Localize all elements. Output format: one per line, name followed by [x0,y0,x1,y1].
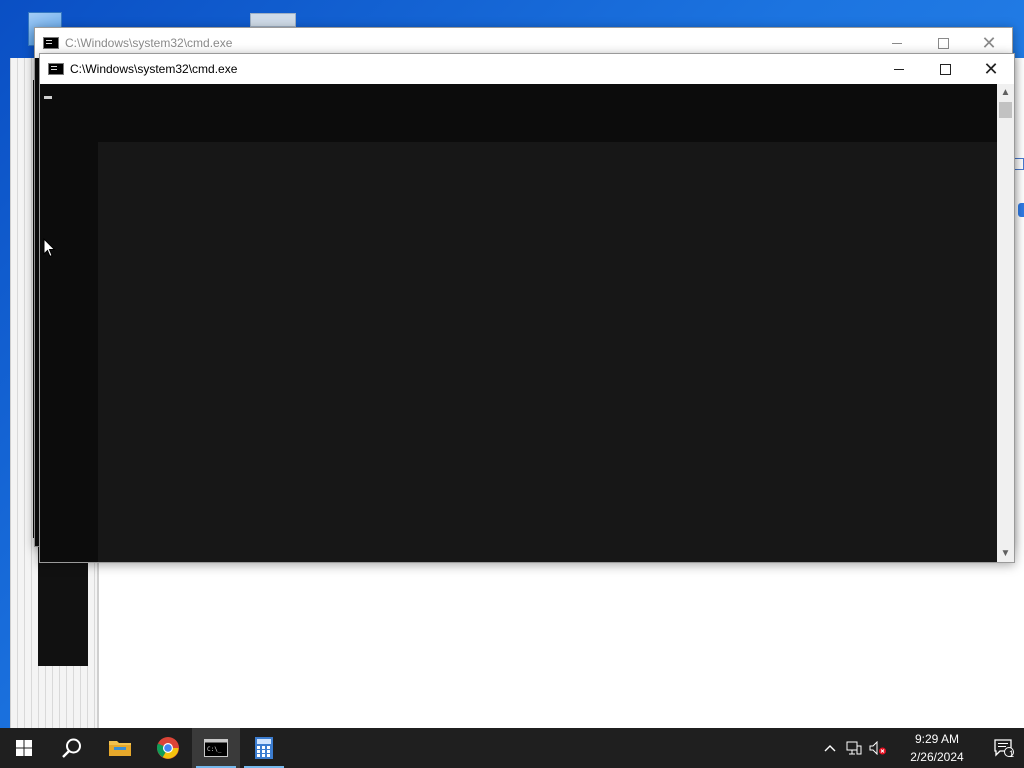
window-title: C:\Windows\system32\cmd.exe [65,36,233,50]
search-button[interactable] [48,728,96,768]
scroll-up-arrow-icon[interactable]: ▲ [997,84,1014,101]
minimize-button[interactable] [876,54,922,84]
close-button[interactable]: ✕ [968,54,1014,84]
taskbar-chrome[interactable] [144,728,192,768]
folder-icon [109,741,131,756]
search-icon [62,738,81,758]
taskbar-cmd[interactable]: C:\_ [192,728,240,768]
cmd-app-icon [48,63,64,75]
text-cursor [44,96,52,99]
calculator-icon [255,737,273,759]
window-title: C:\Windows\system32\cmd.exe [70,62,238,76]
start-button[interactable] [0,728,48,768]
clock-date: 2/26/2024 [910,750,964,764]
cmd-app-icon [43,37,59,49]
desktop-icon[interactable] [250,13,296,27]
show-hidden-icons-chevron-up-icon[interactable] [818,728,842,768]
volume-muted-icon[interactable] [866,728,890,768]
terminal-icon: C:\_ [204,739,228,757]
background-window-scroll-marker [1018,203,1024,217]
chrome-icon [156,737,179,759]
taskbar-calculator[interactable] [240,728,288,768]
scroll-down-arrow-icon[interactable]: ▼ [997,545,1014,562]
vertical-scrollbar[interactable]: ▲ ▼ [997,84,1014,562]
taskbar-clock[interactable]: 9:29 AM 2/26/2024 [894,730,980,766]
mouse-pointer-icon [43,238,56,258]
taskbar-file-explorer[interactable] [96,728,144,768]
console-output[interactable] [40,84,997,562]
maximize-button[interactable] [922,54,968,84]
scroll-thumb[interactable] [999,102,1012,118]
background-window-control[interactable] [1014,158,1024,170]
windows-logo-icon [16,740,32,756]
taskbar: C:\_ 9:29 AM 2/26/2024 1 [0,728,1024,768]
system-tray: 9:29 AM 2/26/2024 1 [818,728,1024,768]
clock-time: 9:29 AM [914,732,960,746]
console-rendered-region [98,142,997,562]
action-center-button[interactable]: 1 [984,728,1024,768]
svg-text:C:\_: C:\_ [207,746,222,753]
notification-count-badge: 1 [1008,749,1014,759]
network-icon[interactable] [842,728,866,768]
cmd-window-front[interactable]: C:\Windows\system32\cmd.exe ✕ ▲ ▼ [39,53,1015,563]
cmd-titlebar[interactable]: C:\Windows\system32\cmd.exe ✕ [40,54,1014,84]
